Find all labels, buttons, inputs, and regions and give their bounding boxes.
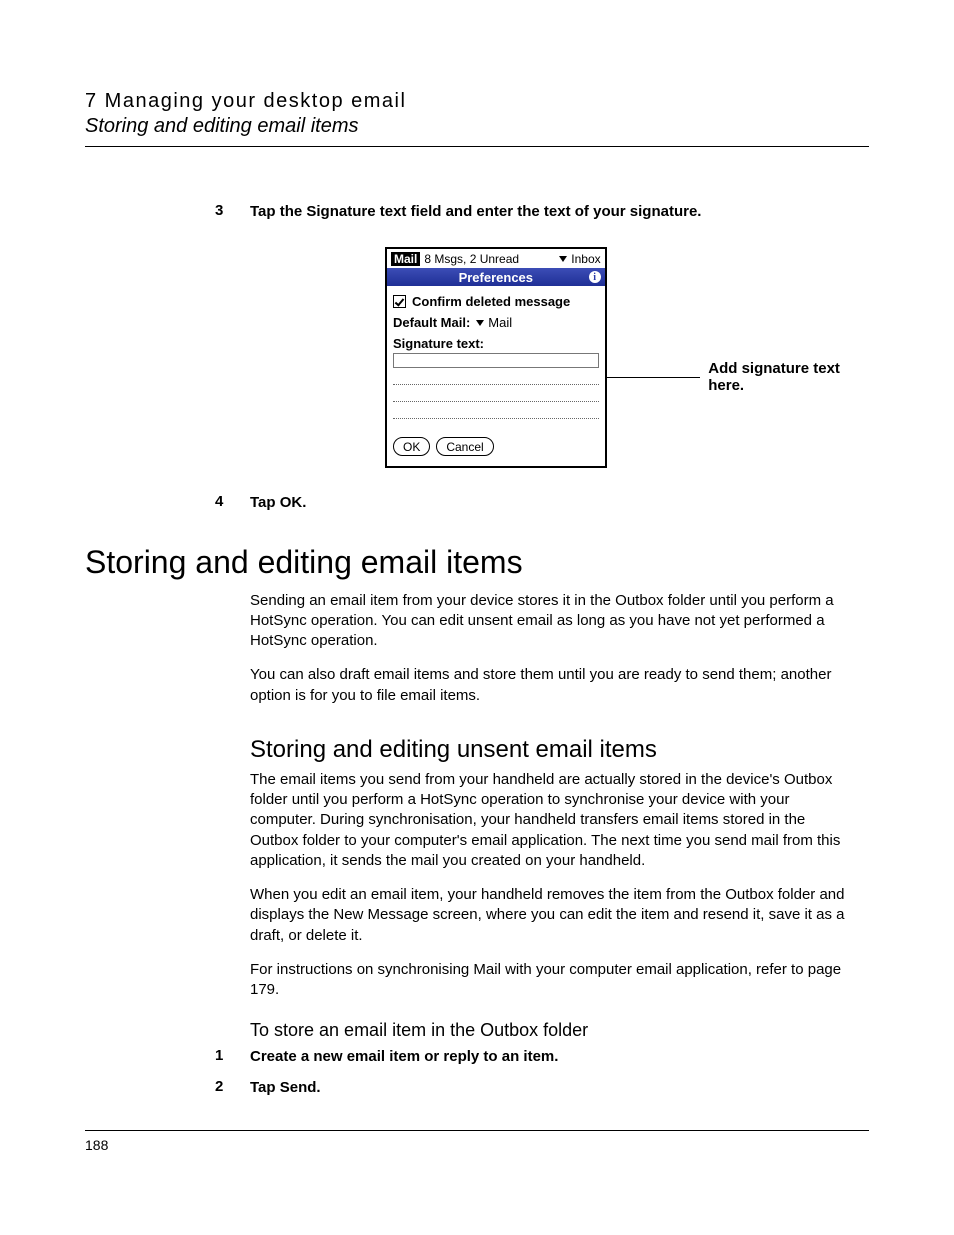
signature-line[interactable] xyxy=(393,400,599,402)
message-count-label: 8 Msgs, 2 Unread xyxy=(424,252,519,266)
body-paragraph: You can also draft email items and store… xyxy=(250,665,850,706)
body-paragraph: For instructions on synchronising Mail w… xyxy=(250,960,850,1001)
step-row: 3 Tap the Signature text field and enter… xyxy=(215,202,869,222)
subsection-heading: Storing and editing unsent email items xyxy=(250,736,869,764)
folder-label[interactable]: Inbox xyxy=(571,252,600,266)
section-subtitle: Storing and editing email items xyxy=(85,115,869,138)
chapter-title: 7 Managing your desktop email xyxy=(85,90,869,113)
step-row: 1 Create a new email item or reply to an… xyxy=(215,1047,869,1067)
signature-line[interactable] xyxy=(393,383,599,385)
info-icon[interactable]: i xyxy=(589,271,601,283)
button-row: OK Cancel xyxy=(393,419,599,458)
running-header: 7 Managing your desktop email Storing an… xyxy=(85,90,869,147)
callout-text: Add signature text here. xyxy=(708,360,869,394)
title-bar: Mail 8 Msgs, 2 Unread Inbox xyxy=(387,249,605,268)
confirm-delete-label: Confirm deleted message xyxy=(412,294,570,309)
callout-leader-line xyxy=(607,377,701,378)
procedure-heading: To store an email item in the Outbox fol… xyxy=(250,1020,869,1041)
page-footer: 188 xyxy=(85,1130,869,1155)
device-screenshot: Mail 8 Msgs, 2 Unread Inbox Preferences … xyxy=(385,247,607,468)
step-text: Create a new email item or reply to an i… xyxy=(250,1047,869,1067)
section-heading: Storing and editing email items xyxy=(85,544,869,581)
page-number: 188 xyxy=(85,1137,108,1153)
checkbox-checked-icon[interactable] xyxy=(393,295,406,308)
figure-area: Mail 8 Msgs, 2 Unread Inbox Preferences … xyxy=(85,247,869,468)
confirm-delete-row[interactable]: Confirm deleted message xyxy=(393,294,599,309)
step-number: 2 xyxy=(215,1078,250,1095)
step-row: 2 Tap Send. xyxy=(215,1078,869,1098)
step-number: 3 xyxy=(215,202,250,219)
signature-input[interactable] xyxy=(393,353,599,368)
default-mail-label: Default Mail: xyxy=(393,315,470,330)
default-mail-value[interactable]: Mail xyxy=(488,315,512,330)
header-rule xyxy=(85,146,869,147)
step-row: 4 Tap OK. xyxy=(215,493,869,513)
document-page: 7 Managing your desktop email Storing an… xyxy=(0,0,954,1235)
cancel-button[interactable]: Cancel xyxy=(436,437,493,456)
ok-button[interactable]: OK xyxy=(393,437,430,456)
preferences-body: Confirm deleted message Default Mail: Ma… xyxy=(387,286,605,466)
body-paragraph: Sending an email item from your device s… xyxy=(250,591,850,652)
preferences-bar: Preferences i xyxy=(387,268,605,286)
body-paragraph: The email items you send from your handh… xyxy=(250,770,850,871)
mail-app-badge: Mail xyxy=(391,252,420,266)
step-text: Tap Send. xyxy=(250,1078,869,1098)
step-text: Tap OK. xyxy=(250,493,869,513)
footer-rule xyxy=(85,1130,869,1131)
default-mail-row: Default Mail: Mail xyxy=(393,315,599,330)
signature-label: Signature text: xyxy=(393,336,599,351)
folder-dropdown-icon[interactable] xyxy=(559,256,567,262)
callout: Add signature text here. xyxy=(607,360,869,394)
body-paragraph: When you edit an email item, your handhe… xyxy=(250,885,850,946)
preferences-title: Preferences xyxy=(459,270,533,285)
step-text: Tap the Signature text field and enter t… xyxy=(250,202,869,222)
step-number: 1 xyxy=(215,1047,250,1064)
step-number: 4 xyxy=(215,493,250,510)
dropdown-icon[interactable] xyxy=(476,320,484,326)
